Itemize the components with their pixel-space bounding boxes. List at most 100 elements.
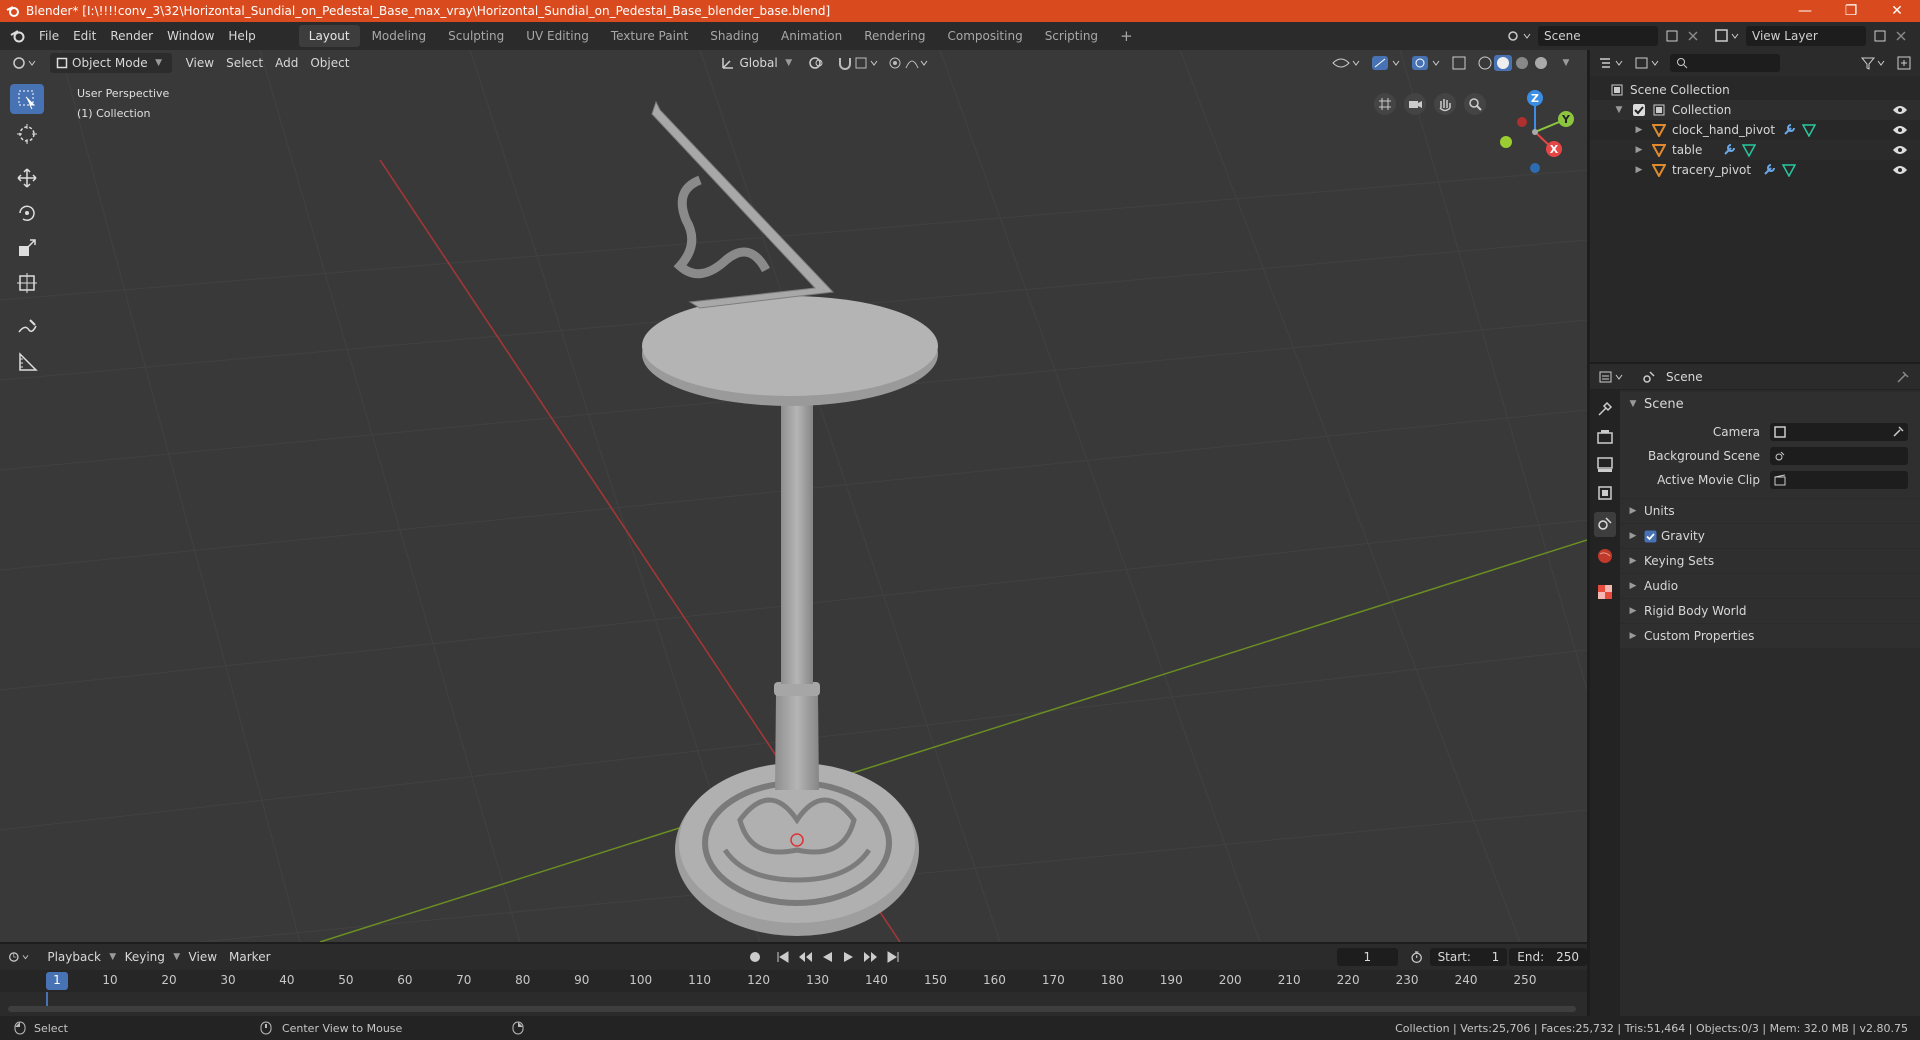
outliner-row-collection[interactable]: ▼ Collection [1590, 100, 1920, 120]
maximize-button[interactable]: ❐ [1828, 0, 1874, 22]
gravity-panel-header[interactable]: ▶ Gravity [1620, 524, 1920, 548]
pin-icon[interactable] [1896, 370, 1910, 384]
menu-edit[interactable]: Edit [66, 22, 103, 50]
menu-render[interactable]: Render [103, 22, 160, 50]
editor-type-button[interactable] [6, 53, 44, 73]
end-frame-field[interactable]: End: 250 [1509, 948, 1587, 966]
timeline-view-menu[interactable]: View [183, 947, 223, 967]
rigid-body-world-panel-header[interactable]: ▶ Rigid Body World [1620, 599, 1920, 623]
custom-properties-panel-header[interactable]: ▶ Custom Properties [1620, 624, 1920, 648]
properties-editor-type-icon[interactable] [1598, 369, 1626, 385]
view-layer-field[interactable]: View Layer [1746, 26, 1866, 46]
eye-icon[interactable] [1892, 124, 1908, 136]
rotate-tool[interactable] [10, 198, 44, 228]
blender-menu-icon[interactable] [10, 28, 26, 44]
render-tab-icon[interactable] [1596, 428, 1614, 446]
mode-dropdown[interactable]: Object Mode ▼ [50, 53, 172, 73]
cursor-tool[interactable] [10, 119, 44, 149]
outliner-row-tracery-pivot[interactable]: ▶ tracery_pivot [1590, 160, 1920, 180]
zoom-view-icon[interactable] [1463, 92, 1487, 116]
prev-keyframe-icon[interactable] [797, 949, 813, 965]
viewport-menu-view[interactable]: View [180, 53, 220, 73]
minimize-button[interactable]: — [1782, 0, 1828, 22]
camera-field[interactable] [1770, 423, 1908, 441]
stopwatch-icon[interactable] [1410, 949, 1423, 965]
outliner-row-clock-hand-pivot[interactable]: ▶ clock_hand_pivot [1590, 120, 1920, 140]
expand-arrow-icon[interactable]: ▶ [1632, 125, 1646, 135]
outliner-row-table[interactable]: ▶ table [1590, 140, 1920, 160]
tool-tab-icon[interactable] [1596, 400, 1614, 418]
pivot-point-icon[interactable] [808, 55, 836, 71]
orientation-dropdown[interactable]: Global ▼ [715, 53, 801, 73]
add-workspace-button[interactable]: + [1110, 25, 1143, 47]
view-layer-icon[interactable] [1714, 27, 1740, 45]
scale-tool[interactable] [10, 233, 44, 263]
tab-shading[interactable]: Shading [700, 25, 769, 47]
scene-selector-icon[interactable] [1506, 27, 1532, 45]
active-movie-clip-field[interactable] [1770, 471, 1908, 489]
shading-options-icon[interactable]: ▼ [1559, 58, 1573, 68]
pan-view-icon[interactable] [1433, 92, 1457, 116]
eye-icon[interactable] [1892, 104, 1908, 116]
new-collection-icon[interactable] [1896, 55, 1912, 71]
falloff-icon[interactable] [904, 55, 930, 71]
start-frame-field[interactable]: Start: 1 [1429, 948, 1508, 966]
tab-modeling[interactable]: Modeling [362, 25, 437, 47]
next-keyframe-icon[interactable] [863, 949, 879, 965]
annotate-tool[interactable] [10, 312, 44, 342]
tab-scripting[interactable]: Scripting [1035, 25, 1108, 47]
expand-arrow-icon[interactable]: ▼ [1612, 105, 1626, 115]
shading-mode-icons[interactable] [1477, 55, 1549, 71]
world-tab-icon[interactable] [1596, 547, 1614, 565]
scene-name-field[interactable]: Scene [1538, 26, 1658, 46]
modifier-wrench-icon[interactable] [1722, 143, 1736, 157]
camera-view-icon[interactable] [1403, 92, 1427, 116]
mesh-data-icon[interactable] [1742, 143, 1756, 157]
snap-target-icon[interactable] [854, 55, 880, 71]
keying-sets-panel-header[interactable]: ▶ Keying Sets [1620, 549, 1920, 573]
3d-viewport[interactable]: Object Mode ▼ View Select Add Object Glo… [0, 50, 1587, 942]
menu-file[interactable]: File [32, 22, 66, 50]
frame-ruler[interactable]: 1 10 20 30 40 50 60 70 80 90 100 110 120 130 140 150 160… [0, 970, 1587, 992]
tab-sculpting[interactable]: Sculpting [438, 25, 514, 47]
checkbox-checked-icon[interactable] [1632, 103, 1646, 117]
snap-icon[interactable] [836, 55, 854, 71]
view-layer-tab-icon[interactable] [1596, 484, 1614, 502]
marker-menu[interactable]: Marker [223, 947, 276, 967]
units-panel-header[interactable]: ▶ Units [1620, 499, 1920, 523]
toggle-ortho-icon[interactable] [1373, 92, 1397, 116]
tab-compositing[interactable]: Compositing [937, 25, 1032, 47]
scene-panel-header[interactable]: ▼ Scene [1620, 392, 1920, 416]
menu-help[interactable]: Help [221, 22, 262, 50]
delete-view-layer-icon[interactable] [1894, 29, 1908, 43]
visibility-selectability-icon[interactable] [1331, 55, 1361, 71]
playback-menu[interactable]: Playback [41, 947, 107, 967]
modifier-wrench-icon[interactable] [1762, 163, 1776, 177]
outliner-row-scene-collection[interactable]: Scene Collection [1590, 80, 1920, 100]
expand-arrow-icon[interactable]: ▶ [1632, 145, 1646, 155]
outliner-search-input[interactable] [1670, 54, 1780, 72]
eye-icon[interactable] [1892, 164, 1908, 176]
record-icon[interactable] [747, 949, 763, 965]
tab-uv-editing[interactable]: UV Editing [516, 25, 599, 47]
jump-end-icon[interactable] [885, 949, 901, 965]
measure-tool[interactable] [10, 347, 44, 377]
eyedropper-icon[interactable] [1892, 426, 1904, 438]
new-view-layer-icon[interactable] [1872, 28, 1888, 44]
timeline-editor-type-icon[interactable] [8, 949, 31, 965]
select-box-tool[interactable] [10, 84, 44, 114]
navigation-gizmo[interactable]: Z Y X [1492, 84, 1578, 180]
mesh-data-icon[interactable] [1782, 163, 1796, 177]
viewport-menu-object[interactable]: Object [304, 53, 355, 73]
viewport-menu-add[interactable]: Add [269, 53, 304, 73]
eye-icon[interactable] [1892, 144, 1908, 156]
viewport-menu-select[interactable]: Select [220, 53, 269, 73]
current-frame-field[interactable]: 1 [1336, 948, 1399, 966]
gizmo-toggle-icon[interactable] [1371, 55, 1401, 71]
outliner-editor-type-icon[interactable] [1598, 55, 1626, 71]
transform-tool[interactable] [10, 268, 44, 298]
output-tab-icon[interactable] [1596, 456, 1614, 474]
tab-animation[interactable]: Animation [771, 25, 852, 47]
play-reverse-icon[interactable] [819, 949, 835, 965]
move-tool[interactable] [10, 163, 44, 193]
